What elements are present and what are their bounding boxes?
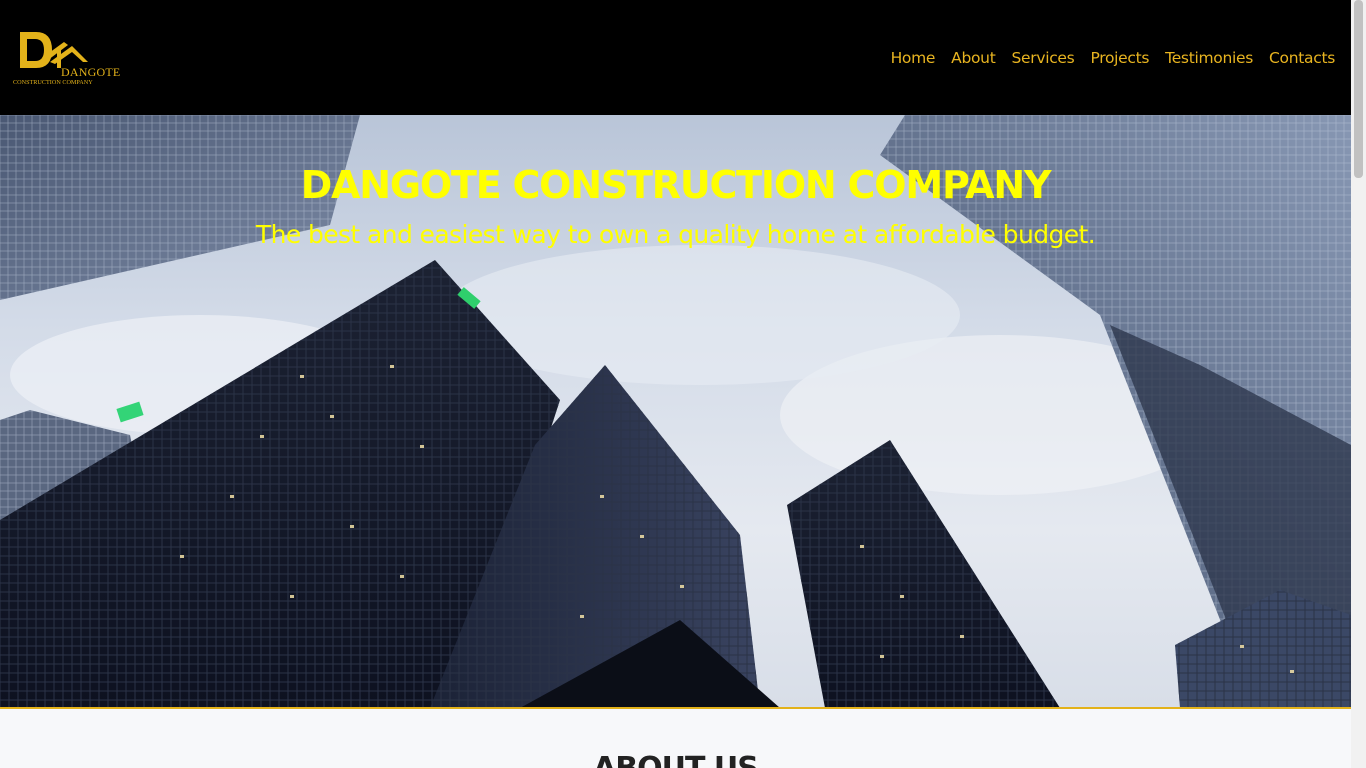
scrollbar-thumb[interactable] — [1354, 0, 1363, 178]
brand-name: DANGOTE — [61, 65, 121, 79]
nav-home[interactable]: Home — [883, 47, 944, 69]
hero-subtitle: The best and easiest way to own a qualit… — [255, 220, 1096, 249]
main-nav: Home About Services Projects Testimonies… — [883, 47, 1343, 69]
nav-projects[interactable]: Projects — [1082, 47, 1157, 69]
brand-logo[interactable]: DANGOTE CONSTRUCTION COMPANY — [12, 28, 120, 88]
about-section: ABOUT US — [0, 709, 1351, 768]
nav-testimonies[interactable]: Testimonies — [1157, 47, 1261, 69]
site-header: DANGOTE CONSTRUCTION COMPANY Home About … — [0, 0, 1351, 115]
brand-tagline: CONSTRUCTION COMPANY — [13, 79, 93, 86]
about-heading: ABOUT US — [0, 751, 1351, 768]
hero-title: DANGOTE CONSTRUCTION COMPANY — [300, 163, 1052, 207]
nav-services[interactable]: Services — [1003, 47, 1082, 69]
nav-contacts[interactable]: Contacts — [1261, 47, 1343, 69]
nav-about[interactable]: About — [943, 47, 1003, 69]
page-scrollbar[interactable] — [1351, 0, 1366, 768]
hero-section: DANGOTE CONSTRUCTION COMPANY The best an… — [0, 115, 1351, 708]
